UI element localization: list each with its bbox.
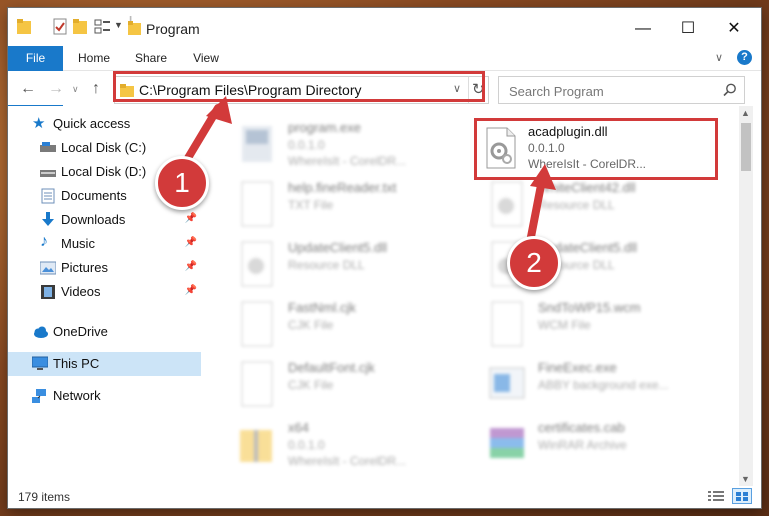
callout-2-badge: 2 bbox=[507, 236, 561, 290]
arrow-2-line bbox=[526, 176, 546, 246]
callout-arrows bbox=[178, 96, 556, 246]
arrow-2-head bbox=[530, 164, 556, 190]
callout-1-badge: 1 bbox=[155, 156, 209, 210]
